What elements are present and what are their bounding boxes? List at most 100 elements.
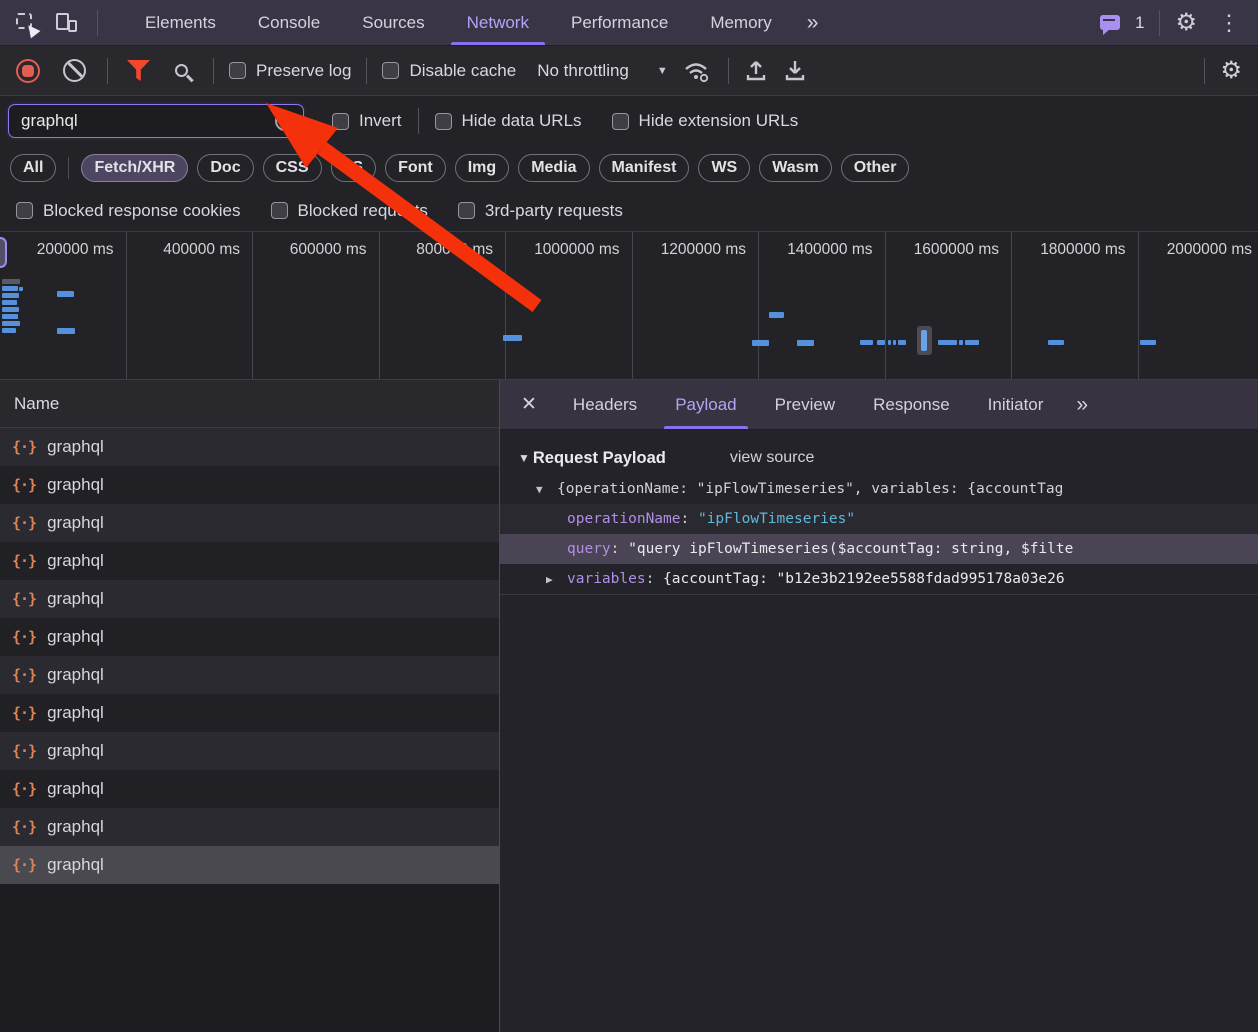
detail-tab-response[interactable]: Response [854,380,969,429]
network-overview-timeline[interactable]: 200000 ms400000 ms600000 ms800000 ms1000… [0,232,1258,380]
name-column-header[interactable]: Name [0,380,499,428]
type-filter-font[interactable]: Font [385,154,446,182]
waterfall-bar [752,340,769,346]
table-row[interactable]: {·}graphql [0,656,499,694]
more-panels-icon[interactable]: » [793,11,833,35]
table-row[interactable]: {·}graphql [0,618,499,656]
type-filter-media[interactable]: Media [518,154,589,182]
request-payload-section[interactable]: ▼ Request Payload view source [500,442,1258,474]
type-filter-ws[interactable]: WS [698,154,750,182]
json-resource-icon: {·} [12,514,36,532]
table-row[interactable]: {·}graphql [0,732,499,770]
disable-cache-checkbox[interactable]: Disable cache [382,61,516,81]
3rd-party-requests-checkbox[interactable]: 3rd-party requests [458,201,623,221]
divider [728,58,729,84]
timeline-column: 1600000 ms [886,232,1013,379]
kebab-menu-icon[interactable]: ⋮ [1212,12,1246,34]
type-filter-doc[interactable]: Doc [197,154,253,182]
table-row[interactable]: {·}graphql [0,846,499,884]
type-filter-css[interactable]: CSS [263,154,322,182]
payload-divider [500,594,1258,595]
request-name: graphql [47,589,104,609]
detail-tab-headers[interactable]: Headers [554,380,656,429]
timeline-tick-label: 1600000 ms [914,241,999,259]
clear-network-log-icon[interactable] [63,59,86,82]
preserve-log-label: Preserve log [256,61,351,81]
table-row[interactable]: {·}graphql [0,504,499,542]
export-har-icon[interactable] [783,59,807,83]
tab-network[interactable]: Network [446,0,550,45]
device-toolbar-icon[interactable] [56,13,77,32]
waterfall-bar [893,340,896,345]
payload-line[interactable]: query: "query ipFlowTimeseries($accountT… [500,534,1258,564]
type-filter-fetch-xhr[interactable]: Fetch/XHR [81,154,188,182]
filter-input-wrap: ✕ [8,104,304,138]
type-filter-other[interactable]: Other [841,154,910,182]
payload-line[interactable]: ▶variables: {accountTag: "b12e3b2192ee55… [500,564,1258,594]
tab-memory[interactable]: Memory [689,0,792,45]
request-name: graphql [47,627,104,647]
throttling-select[interactable]: No throttling ▼ [531,61,668,81]
issues-icon[interactable] [1100,15,1120,30]
waterfall-bar [769,312,784,318]
json-resource-icon: {·} [12,666,36,684]
table-row[interactable]: {·}graphql [0,466,499,504]
waterfall-bar [965,340,979,345]
waterfall-bar [57,291,74,297]
view-source-link[interactable]: view source [730,449,814,467]
timeline-column: 600000 ms [253,232,380,379]
blocked-requests-checkbox[interactable]: Blocked requests [271,201,428,221]
preserve-log-checkbox[interactable]: Preserve log [229,61,351,81]
table-row[interactable]: {·}graphql [0,808,499,846]
table-row[interactable]: {·}graphql [0,580,499,618]
section-expander-icon[interactable]: ▼ [518,451,530,465]
table-row[interactable]: {·}graphql [0,770,499,808]
payload-line[interactable]: operationName: "ipFlowTimeseries" [500,504,1258,534]
type-filter-all[interactable]: All [10,154,56,182]
tab-performance[interactable]: Performance [550,0,689,45]
invert-label: Invert [359,111,402,131]
timeline-column: 1000000 ms [506,232,633,379]
table-row[interactable]: {·}graphql [0,542,499,580]
tree-expander-icon[interactable]: ▼ [536,475,557,504]
close-icon[interactable]: ✕ [500,393,554,416]
timeline-column: 400000 ms [127,232,254,379]
detail-tab-preview[interactable]: Preview [756,380,854,429]
filter-input[interactable] [19,110,275,132]
table-row[interactable]: {·}graphql [0,428,499,466]
hide-extension-urls-label: Hide extension URLs [639,111,799,131]
clear-filter-icon[interactable]: ✕ [275,111,295,131]
blocked-response-cookies-checkbox[interactable]: Blocked response cookies [16,201,241,221]
waterfall-bar [959,340,963,345]
tab-sources[interactable]: Sources [341,0,445,45]
hide-data-urls-checkbox[interactable]: Hide data URLs [435,111,582,131]
timeline-tick-label: 1000000 ms [534,241,619,259]
timeline-tick-label: 1400000 ms [787,241,872,259]
tab-console[interactable]: Console [237,0,341,45]
settings-gear-icon[interactable]: ⚙ [1175,11,1197,35]
type-filter-img[interactable]: Img [455,154,509,182]
more-detail-tabs-icon[interactable]: » [1062,393,1102,417]
payload-text: query [567,541,611,557]
detail-tab-initiator[interactable]: Initiator [969,380,1063,429]
network-conditions-icon[interactable] [683,59,713,83]
tab-elements[interactable]: Elements [124,0,237,45]
hide-extension-urls-checkbox[interactable]: Hide extension URLs [612,111,799,131]
record-button[interactable] [16,59,40,83]
request-name: graphql [47,437,104,457]
type-filter-js[interactable]: JS [331,154,377,182]
network-toolbar: Preserve log Disable cache No throttling… [0,46,1258,96]
waterfall-bar [57,328,75,334]
detail-tab-payload[interactable]: Payload [656,380,755,429]
invert-checkbox[interactable]: Invert [332,111,402,131]
inspect-element-icon[interactable] [16,13,36,33]
network-settings-gear-icon[interactable]: ⚙ [1220,59,1242,83]
table-row[interactable]: {·}graphql [0,694,499,732]
type-filter-manifest[interactable]: Manifest [599,154,690,182]
payload-line[interactable]: ▼{operationName: "ipFlowTimeseries", var… [500,474,1258,504]
import-har-icon[interactable] [744,59,768,83]
search-icon[interactable] [175,64,188,77]
tree-expander-icon[interactable]: ▶ [546,565,567,594]
type-filter-wasm[interactable]: Wasm [759,154,832,182]
filter-icon[interactable] [127,60,150,81]
